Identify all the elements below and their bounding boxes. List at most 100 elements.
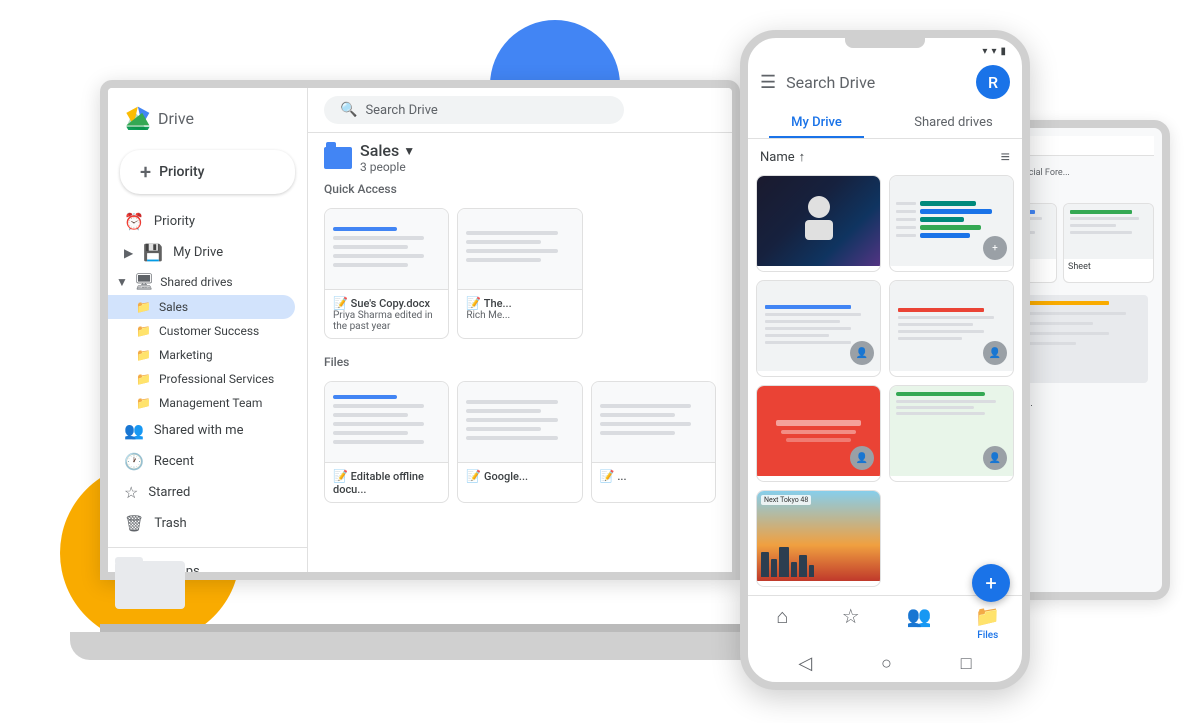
nav-item-starred[interactable]: ☆ [817,604,886,641]
file-info: 📝 Sue's Copy.docx Priya Sharma edited in… [325,289,448,338]
gantt-avatar: + [983,236,1007,260]
back-button[interactable]: ◁ [798,653,812,674]
sidebar-label-trash: Trash [154,516,186,531]
tokyo-label: Next Tokyo 48 [761,495,811,505]
my-doc-preview: 👤 [757,386,880,476]
phone-body: ▾ ▾ ▮ ☰ Search Drive R My Drive Shared d… [740,30,1030,690]
list-view-icon[interactable]: ≡ [1001,147,1010,167]
sidebar-sub-marketing[interactable]: 📁 Marketing [108,343,295,367]
astronaut-preview [757,176,880,266]
file-preview-2 [458,209,581,289]
tab-my-drive[interactable]: My Drive [748,107,885,138]
sales-folder-icon: 📁 [136,300,151,314]
tokyo-info: 🖼 Next Tokyo 48 ⋮ [757,581,880,587]
mgmt-folder-icon: 📁 [136,396,151,410]
work-list-avatar: 👤 [983,446,1007,470]
sort-bar: Name ↑ ≡ [748,139,1022,175]
content-header: Sales ▼ 3 people [308,133,732,178]
sidebar-item-my-drive[interactable]: ▶ 💾 My Drive [108,237,295,268]
avatar-letter: R [988,73,998,92]
folder-title-area: Sales ▼ 3 people [360,141,415,174]
file-card-extra[interactable]: 📝 ... [591,381,716,503]
cs-folder-icon: 📁 [136,324,151,338]
nav-label-files: Files [977,630,998,641]
tab-shared-drives[interactable]: Shared drives [885,107,1022,138]
major-info: 📄 Major opportu... ⋮ [890,371,1013,377]
sidebar-label-my-drive: My Drive [173,245,223,260]
search-icon: 🔍 [340,102,357,118]
quick-access-grid: 📝 Sue's Copy.docx Priya Sharma edited in… [308,200,732,347]
fab-button[interactable]: + [972,564,1010,602]
drive-logo-icon [124,106,152,130]
recent-icon: 🕐 [124,452,144,471]
avatar[interactable]: R [976,65,1010,99]
file-info-2: 📝 The... Rich Me... [458,289,581,327]
astronaut-figure [799,196,839,246]
home-icon: ⌂ [776,604,788,629]
file-preview-editable [325,382,448,462]
sidebar-label-cs: Customer Success [159,324,259,338]
file-card-tokyo[interactable]: Next Tokyo 48 🖼 [756,490,881,587]
nav-item-shared[interactable]: 👥 [885,604,954,641]
home-button[interactable]: ○ [881,653,892,674]
file-card-sues-copy[interactable]: 📝 Sue's Copy.docx Priya Sharma edited in… [324,208,449,339]
sidebar-item-shared-with-me[interactable]: 👥 Shared with me [108,415,295,446]
file-card-work-list[interactable]: 👤 📊 Work List_01 ⋮ [889,385,1014,482]
file-card-astronaut[interactable]: 🖼 astronaut.jpg ⋮ [756,175,881,272]
file-card-major-opportu[interactable]: 👤 📄 Major opportu... ⋮ [889,280,1014,377]
phone-content: Name ↑ ≡ [748,139,1022,595]
laptop-hinge [100,624,740,632]
new-button[interactable]: + Priority [120,150,295,194]
major-avatar: 👤 [983,341,1007,365]
file-card-my-document[interactable]: 👤 📋 My Document ⋮ [756,385,881,482]
search-box[interactable]: 🔍 Search Drive [324,96,624,124]
laptop-device: Drive + Priority ⏰ Priority ▶ 💾 My Drive [100,80,780,660]
laptop-screen: Drive + Priority ⏰ Priority ▶ 💾 My Drive [100,80,740,580]
recents-button[interactable]: □ [961,653,972,674]
file-card-gantt[interactable]: + 📊 Gantt chart ⋮ [889,175,1014,272]
nav-item-files[interactable]: 📁 Files [954,604,1023,641]
hamburger-icon[interactable]: ☰ [760,72,776,93]
wifi-icon: ▾ [982,46,987,57]
task-avatar: 👤 [850,341,874,365]
tokyo-preview: Next Tokyo 48 [757,491,880,581]
phone-search-text[interactable]: Search Drive [786,73,966,92]
tab-my-drive-label: My Drive [791,115,842,130]
doc-lines-extra [592,396,715,448]
sidebar-label-recent: Recent [154,454,194,469]
sidebar-item-trash[interactable]: 🗑 Trash [108,508,295,539]
laptop-base [70,632,770,660]
sidebar-item-shared-drives[interactable]: ▼ 🖥 Shared drives [108,268,307,295]
gantt-info: 📊 Gantt chart ⋮ [890,266,1013,272]
sidebar-sub-sales[interactable]: 📁 Sales [108,295,295,319]
file-card-task-details[interactable]: 👤 📝 Task details ⋮ [756,280,881,377]
sidebar-item-recent[interactable]: 🕐 Recent [108,446,295,477]
sort-direction: ↑ [799,149,806,165]
files-grid: 📝 Editable offline docu... [308,373,732,511]
phone-header: ☰ Search Drive R [748,61,1022,107]
sidebar-item-priority[interactable]: ⏰ Priority [108,206,295,237]
sidebar-sub-management[interactable]: 📁 Management Team [108,391,295,415]
file-preview-extra [592,382,715,462]
drive-logo: Drive [108,96,307,146]
sort-label[interactable]: Name ↑ [760,149,805,165]
file-card-editable[interactable]: 📝 Editable offline docu... [324,381,449,503]
sidebar-label-shared-drives: Shared drives [160,275,232,289]
sidebar-item-starred[interactable]: ☆ Starred [108,477,295,508]
doc-lines-google [458,392,581,453]
phone-tabs: My Drive Shared drives [748,107,1022,139]
phone-notch [845,38,925,48]
nav-item-home[interactable]: ⌂ [748,604,817,641]
sidebar-sub-customer-success[interactable]: 📁 Customer Success [108,319,295,343]
file-card-the-doc[interactable]: 📝 The... Rich Me... [457,208,582,339]
sidebar-sub-professional-services[interactable]: 📁 Professional Services [108,367,295,391]
drive-desktop-ui: Drive + Priority ⏰ Priority ▶ 💾 My Drive [108,88,732,572]
my-drive-icon: 💾 [143,243,163,262]
sidebar-label-shared-me: Shared with me [154,423,244,438]
tablet-file-2[interactable]: Sheet [1063,203,1154,283]
phone-files-grid: 🖼 astronaut.jpg ⋮ [748,175,1022,595]
major-preview: 👤 [890,281,1013,371]
file-card-google[interactable]: 📝 Google... [457,381,582,503]
dropdown-icon: ▼ [403,144,415,158]
file-info-extra: 📝 ... [592,462,715,489]
